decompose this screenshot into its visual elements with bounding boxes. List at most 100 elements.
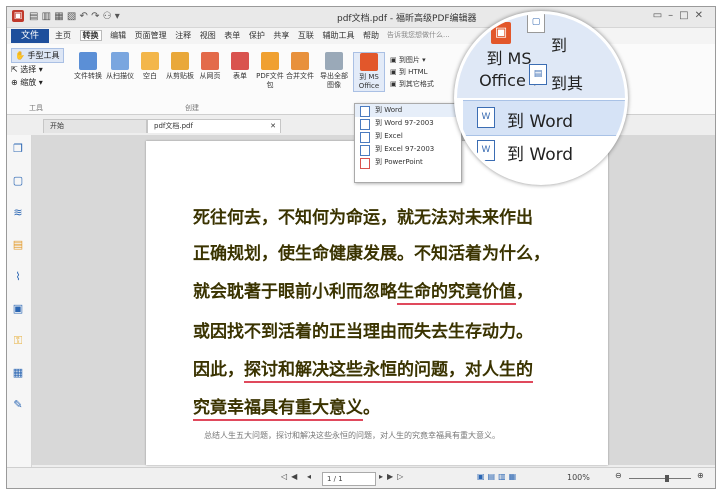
tab-convert[interactable]: 转换 [79,30,102,41]
doc-text: 就会耽著于眼前小利而忽略 [193,282,397,302]
tab-view[interactable]: 视图 [200,31,216,40]
tab-pdf-document[interactable]: pdf文档.pdf ✕ [147,119,281,133]
zoom-slider-handle[interactable] [665,475,669,482]
doc-text: 因此， [193,360,244,380]
word-file-icon [360,119,370,130]
menu-item-label: 到 Word 97-2003 [375,119,434,127]
menu-item-label: 到 Word [375,106,403,114]
menu-item-to-excel-97[interactable]: 到 Excel 97-2003 [355,143,461,156]
form-button[interactable]: 表单 [225,52,255,81]
tag-icon[interactable]: ✎ [12,399,24,411]
select-tool-button[interactable]: ⇱ 选择 ▾ [11,63,64,76]
page-layout-icons[interactable]: ▣▤▥▦ [477,472,519,481]
tab-help[interactable]: 帮助 [363,31,379,40]
doc-line-2: 正确规划，使生命健康发展。不知活着为什么， [193,244,550,264]
tab-edit[interactable]: 编辑 [110,31,126,40]
menu-item-label: 到 Excel [375,132,403,140]
pages-icon[interactable]: ▢ [12,175,24,187]
ribbon-tabs: 主页 转换 编辑 页面管理 注释 视图 表单 保护 共享 互联 辅助工具 帮助 [55,30,385,41]
underlined-text: 究竟幸福具有重大意义 [193,398,363,421]
nav-prev-controls[interactable]: ◁◀ [281,472,301,481]
bookmark-icon[interactable]: ❐ [12,143,24,155]
lock-icon[interactable]: ⚿ [12,335,24,347]
portfolio-label: PDF文件包 [256,72,284,89]
page-number-input[interactable]: 1 / 1 [322,472,376,486]
menu-item-to-powerpoint[interactable]: 到 PowerPoint [355,156,461,169]
export-images-button[interactable]: 导出全部图像 [319,52,349,90]
tab-start[interactable]: 开始 [43,119,147,133]
magnified-right-label-2: 到其 [551,74,584,93]
to-other-label: 到其它格式 [398,80,434,88]
app-window: ▣ ▤ ▥ ▦ ▧ ↶ ↷ ⚇ ▾ pdf文档.pdf - 福昕高级PDF编辑器… [6,6,716,489]
web-icon [201,52,219,70]
hand-tool-label: 手型工具 [27,51,60,60]
signature-icon[interactable]: ▣ [12,303,24,315]
doc-line-1: 死往何去，不知何为命运，就无法对未来作出 [193,208,533,228]
menu-item-to-word[interactable]: 到 Word [355,104,461,117]
menu-item-to-word-97[interactable]: 到 Word 97-2003 [355,117,461,130]
clipboard-label: 从剪贴板 [166,72,194,80]
office-icon: ▣ [491,22,511,44]
export-images-label: 导出全部图像 [320,72,348,89]
portfolio-icon [261,52,279,70]
attachment-icon[interactable]: ⌇ [12,271,24,283]
office-icon [360,53,378,71]
tab-pdf-label: pdf文档.pdf [154,122,193,130]
zoom-tool-button[interactable]: ⊕ 缩放 ▾ [11,76,64,89]
underlined-text: 探讨和解决这些永恒的问题，对人生的 [244,360,533,383]
tab-start-label: 开始 [50,122,64,130]
zoom-out-icon[interactable]: ⊖ [615,471,622,480]
ms-office-dropdown-menu: 到 Word 到 Word 97-2003 到 Excel 到 Excel 97… [354,103,462,183]
export-images-icon [325,52,343,70]
tab-protect[interactable]: 保护 [249,31,265,40]
zoom-in-icon[interactable]: ⊕ [697,471,704,480]
to-other-button[interactable]: ▣ 到其它格式 [390,78,434,90]
left-navigation-panel: ❐ ▢ ≋ ▤ ⌇ ▣ ⚿ ▦ ✎ [7,135,32,475]
ms-office-button[interactable]: 到 MS Office [353,52,385,92]
tab-accessibility[interactable]: 辅助工具 [322,31,354,40]
tab-home[interactable]: 主页 [55,31,71,40]
scanner-icon [111,52,129,70]
file-menu-button[interactable]: 文件 [11,29,49,43]
content-icon[interactable]: ▦ [12,367,24,379]
excel-file-icon [360,145,370,156]
doc-line-4: 或因找不到活着的正当理由而失去生存动力。 [193,322,533,342]
clipboard-button[interactable]: 从剪贴板 [165,52,195,81]
document-view[interactable]: 死往何去，不知何为命运，就无法对未来作出 正确规划，使生命健康发展。不知活着为什… [32,135,715,465]
tab-organize[interactable]: 页面管理 [135,31,167,40]
scanner-button[interactable]: 从扫描仪 [105,52,135,81]
to-image-button[interactable]: ▣ 到图片 ▾ [390,54,434,66]
merge-button[interactable]: 合并文件 [285,52,315,81]
tab-share[interactable]: 共享 [273,31,289,40]
excel-file-icon [360,132,370,143]
tab-connect[interactable]: 互联 [298,31,314,40]
comments-icon[interactable]: ▤ [12,239,24,251]
hand-tool-button[interactable]: ✋ 手型工具 [11,48,64,63]
word-file-icon: W [477,107,495,128]
zoom-slider[interactable] [629,475,691,482]
nav-next-controls[interactable]: ▸▶▷ [379,472,407,481]
web-page-button[interactable]: 从网页 [195,52,225,81]
convert-small-buttons: ▣ 到图片 ▾ ▣ 到 HTML ▣ 到其它格式 [390,54,434,90]
portfolio-button[interactable]: PDF文件包 [255,52,285,90]
underlined-text: 生命的究竟价值 [397,282,516,305]
create-group-label: 创建 [185,104,199,112]
quick-access-toolbar[interactable]: ▤ ▥ ▦ ▧ ↶ ↷ ⚇ ▾ [29,10,120,24]
file-convert-button[interactable]: 文件转换 [73,52,103,81]
window-controls[interactable]: ▭–□✕ [653,10,709,21]
tab-comment[interactable]: 注释 [175,31,191,40]
to-html-button[interactable]: ▣ 到 HTML [390,66,434,78]
form-icon [231,52,249,70]
menu-item-to-excel[interactable]: 到 Excel [355,130,461,143]
select-tool-label: 选择 [20,65,37,74]
blank-page-button[interactable]: 空白 [135,52,165,81]
to-image-label: 到图片 [398,56,420,64]
close-tab-icon[interactable]: ✕ [270,120,276,133]
tools-group: ✋ 手型工具 ⇱ 选择 ▾ ⊕ 缩放 ▾ [11,48,64,89]
menu-item-label: 到 Excel 97-2003 [375,145,435,153]
zoom-level[interactable]: 100% [567,473,590,482]
menu-item-label: 到 PowerPoint [375,158,423,166]
tab-form[interactable]: 表单 [224,31,240,40]
first-page-icon[interactable]: ◂ [307,472,311,481]
layers-icon[interactable]: ≋ [12,207,24,219]
